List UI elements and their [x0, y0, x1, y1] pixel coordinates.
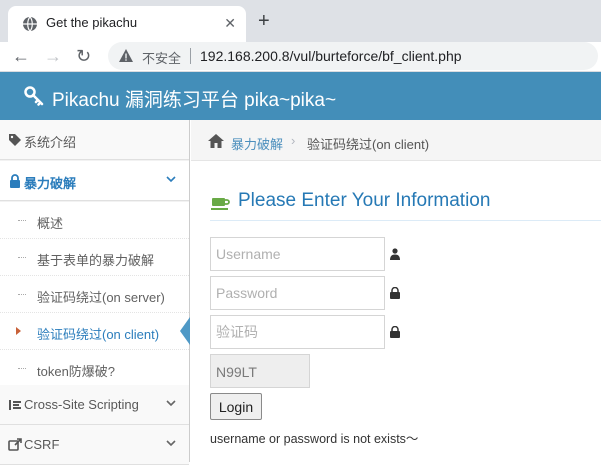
form-title-text: Please Enter Your Information — [238, 190, 491, 211]
omnibox-divider — [190, 48, 191, 64]
tab-title: Get the pikachu — [46, 15, 138, 30]
active-pointer — [180, 317, 190, 345]
lock-icon — [390, 287, 400, 299]
sidebar-subitem-label: 验证码绕过(on server) — [37, 290, 165, 305]
app-header: Pikachu 漏洞练习平台 pika~pika~ — [0, 72, 601, 120]
back-arrow-icon[interactable]: ← — [12, 45, 30, 67]
browser-toolbar: ← → ↻ 不安全 192.168.200.8/vul/burteforce/b… — [0, 42, 601, 72]
sidebar-subitem-label: token防爆破? — [37, 364, 116, 379]
share-icon — [8, 438, 22, 451]
tree-dash — [18, 294, 26, 295]
user-icon — [390, 248, 400, 260]
new-tab-button[interactable]: + — [258, 9, 270, 33]
sidebar-subitem-label: 概述 — [37, 216, 64, 231]
reload-icon[interactable]: ↻ — [76, 45, 91, 67]
breadcrumb-link[interactable]: 暴力破解 — [231, 134, 283, 153]
tags-icon — [9, 134, 21, 146]
sidebar-item-label: 暴力破解 — [24, 176, 77, 191]
globe-icon — [23, 16, 37, 32]
tree-dash — [18, 220, 26, 221]
breadcrumb: 暴力破解 › 验证码绕过(on client) — [191, 120, 601, 161]
captcha-input[interactable] — [210, 315, 385, 349]
sidebar-subitem-label: 验证码绕过(on client) — [37, 327, 160, 342]
insecure-label[interactable]: 不安全 — [142, 48, 181, 67]
sidebar-subitem-token[interactable]: token防爆破? — [0, 350, 189, 387]
browser-tab[interactable]: Get the pikachu ✕ — [8, 6, 246, 42]
close-icon[interactable]: ✕ — [224, 15, 236, 31]
url-text[interactable]: 192.168.200.8/vul/burteforce/bf_client.p… — [200, 48, 462, 64]
password-input[interactable] — [210, 276, 385, 310]
breadcrumb-current: 验证码绕过(on client) — [307, 137, 430, 152]
sidebar-subitem-label: 基于表单的暴力破解 — [37, 253, 155, 268]
sidebar-item-bruteforce[interactable]: 暴力破解 — [0, 161, 189, 201]
sidebar-item-csrf[interactable]: CSRF — [0, 425, 189, 465]
lock-icon — [10, 174, 20, 188]
captcha-code[interactable]: N99LT — [210, 354, 310, 388]
title-divider — [210, 220, 601, 221]
forward-arrow-icon[interactable]: → — [44, 45, 62, 67]
address-bar[interactable]: 不安全 192.168.200.8/vul/burteforce/bf_clie… — [108, 42, 598, 70]
home-icon[interactable] — [207, 133, 225, 149]
browser-tab-bar: Get the pikachu ✕ + — [0, 0, 601, 42]
chevron-down-icon[interactable] — [165, 397, 177, 409]
sidebar-subitem-overview[interactable]: 概述 — [0, 202, 189, 239]
sidebar-item-intro[interactable]: 系统介绍 — [0, 120, 189, 160]
username-input[interactable] — [210, 237, 385, 271]
coffee-cup-icon — [211, 198, 230, 210]
sidebar-subitem-captcha-server[interactable]: 验证码绕过(on server) — [0, 276, 189, 313]
login-button[interactable]: Login — [210, 393, 262, 420]
chevron-down-icon[interactable] — [165, 173, 177, 185]
key-icon — [24, 86, 44, 106]
sidebar-item-label: Cross-Site Scripting — [24, 397, 139, 412]
brand-title[interactable]: Pikachu 漏洞练习平台 pika~pika~ — [52, 85, 336, 112]
warning-icon[interactable] — [118, 48, 134, 64]
active-caret-icon — [16, 327, 21, 335]
sidebar-item-label: CSRF — [24, 437, 60, 452]
list-icon — [9, 400, 21, 410]
tree-dash — [18, 368, 26, 369]
sidebar-subitem-captcha-client[interactable]: 验证码绕过(on client) — [0, 313, 190, 350]
sidebar: 系统介绍 暴力破解 概述 基于表单的暴力破解 验证码绕过(on server) … — [0, 120, 190, 465]
sidebar-item-label: 系统介绍 — [24, 135, 77, 150]
sidebar-item-xss[interactable]: Cross-Site Scripting — [0, 385, 189, 425]
sidebar-subitem-form-bruteforce[interactable]: 基于表单的暴力破解 — [0, 239, 189, 276]
lock-icon — [390, 326, 400, 338]
error-message: username or password is not exists～ — [210, 432, 419, 446]
chevron-down-icon[interactable] — [165, 437, 177, 449]
breadcrumb-separator: › — [291, 133, 296, 148]
tree-dash — [18, 257, 26, 258]
